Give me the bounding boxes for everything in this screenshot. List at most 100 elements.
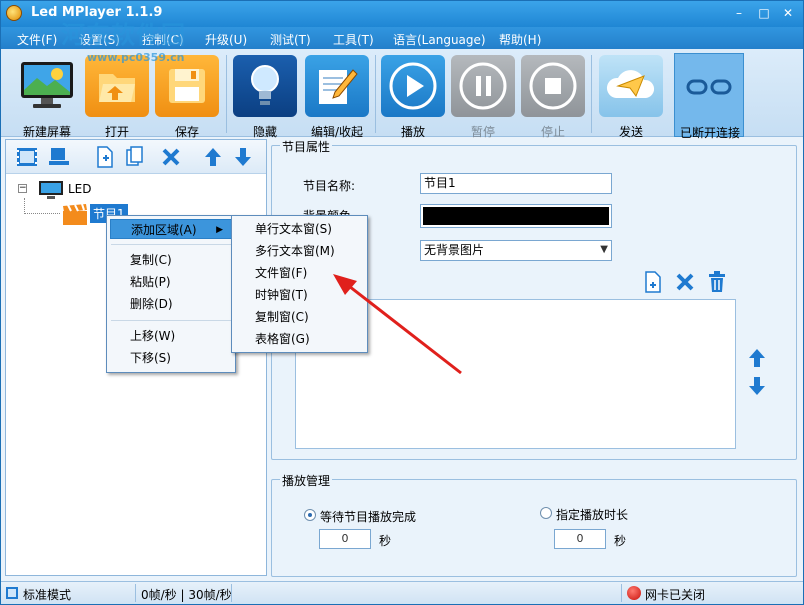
new-screen-button[interactable]: 新建屏幕: [13, 53, 81, 139]
app-logo-icon: [6, 5, 22, 21]
close-button[interactable]: ✕: [780, 6, 796, 20]
menu-help[interactable]: 帮助(H): [499, 31, 541, 48]
send-button[interactable]: 发送: [597, 53, 665, 139]
folder-icon: [85, 55, 149, 117]
move-up-menu-item[interactable]: 上移(W): [110, 326, 175, 346]
connection-status-button[interactable]: 已断开连接: [674, 53, 744, 140]
pause-label: 暂停: [470, 125, 495, 139]
delete-menu-item[interactable]: 删除(D): [110, 294, 173, 314]
play-management-legend: 播放管理: [280, 472, 333, 489]
chevron-down-icon: ▼: [600, 244, 608, 255]
menu-language[interactable]: 语言(Language): [393, 31, 486, 48]
tree-toolbar: [6, 140, 266, 174]
wait-complete-value[interactable]: 0: [319, 529, 371, 549]
hide-button[interactable]: 隐藏: [231, 53, 299, 139]
minimize-button[interactable]: –: [731, 6, 747, 20]
menu-tools[interactable]: 工具(T): [333, 31, 374, 48]
region-icon[interactable]: [48, 146, 70, 168]
program-name-label: 节目名称:: [303, 179, 356, 193]
notepad-pencil-icon: [305, 55, 369, 117]
new-page-icon[interactable]: [94, 146, 116, 168]
play-management-group: 播放管理: [271, 472, 797, 577]
program-name-input[interactable]: 节目1: [420, 173, 612, 194]
mode-status: 标准模式: [23, 588, 72, 602]
menu-file[interactable]: 文件(F): [17, 31, 57, 48]
save-label: 保存: [174, 125, 199, 139]
add-area-menu-item[interactable]: 添加区域(A) ▶: [110, 219, 232, 239]
floppy-icon: [155, 55, 219, 117]
move-down-icon[interactable]: [232, 146, 254, 168]
mode-icon: [6, 587, 18, 599]
menu-separator: [111, 320, 231, 321]
collapse-toggle-icon[interactable]: −: [18, 184, 27, 193]
connection-status-label: 已断开连接: [679, 126, 740, 140]
network-status: 网卡已关闭: [645, 588, 706, 602]
annotation-arrow-icon: [333, 274, 462, 375]
film-icon[interactable]: [16, 146, 38, 168]
toolbar-separator: [226, 55, 227, 133]
new-screen-label: 新建屏幕: [22, 125, 71, 139]
delete-x-icon[interactable]: [160, 146, 182, 168]
bg-color-swatch: [423, 207, 609, 225]
move-up-icon[interactable]: [202, 146, 224, 168]
open-label: 打开: [104, 125, 129, 139]
add-area-icon[interactable]: [643, 271, 663, 293]
edit-collapse-button[interactable]: 编辑/收起: [303, 53, 371, 139]
copy-menu-item[interactable]: 复制(C): [110, 250, 172, 270]
move-down-menu-item[interactable]: 下移(S): [110, 348, 171, 368]
copy-pages-icon[interactable]: [124, 146, 146, 168]
stop-label: 停止: [540, 125, 565, 139]
area-move-up-icon[interactable]: [747, 348, 767, 368]
menu-test[interactable]: 测试(T): [270, 31, 311, 48]
stop-button[interactable]: 停止: [519, 53, 587, 139]
copy-window-item[interactable]: 复制窗(C): [235, 307, 309, 327]
table-window-item[interactable]: 表格窗(G): [235, 329, 310, 349]
submenu-arrow-icon: ▶: [216, 225, 223, 235]
program-properties-legend: 节目属性: [280, 138, 333, 155]
watermark-text: 河东软件园: [61, 21, 186, 49]
paste-menu-item[interactable]: 粘贴(P): [110, 272, 171, 292]
status-bar: 标准模式 0帧/秒 | 30帧/秒 网卡已关闭: [1, 581, 803, 604]
watermark-url: www.pc0359.cn: [87, 51, 185, 64]
clock-window-item[interactable]: 时钟窗(T): [235, 285, 308, 305]
tree-root-label: LED: [68, 182, 92, 196]
link-broken-icon: [677, 56, 741, 118]
maximize-button[interactable]: □: [756, 6, 772, 20]
network-off-icon: [627, 586, 641, 600]
status-separator: [135, 584, 136, 602]
area-move-down-icon[interactable]: [747, 376, 767, 396]
trash-icon[interactable]: [707, 271, 727, 293]
tree-connector: [24, 198, 60, 214]
menu-separator: [111, 244, 231, 245]
multi-line-text-window-item[interactable]: 多行文本窗(M): [235, 241, 335, 261]
play-button[interactable]: 播放: [379, 53, 447, 139]
single-line-text-window-item[interactable]: 单行文本窗(S): [235, 219, 332, 239]
play-label: 播放: [400, 125, 425, 139]
screen-icon: [39, 181, 63, 199]
lightbulb-icon: [233, 55, 297, 117]
fixed-duration-label: 指定播放时长: [556, 508, 629, 522]
menu-upgrade[interactable]: 升级(U): [205, 31, 247, 48]
add-area-menu-label: 添加区域(A): [131, 223, 197, 237]
status-separator: [621, 584, 622, 602]
open-button[interactable]: 打开: [83, 53, 151, 139]
seconds-unit-label: 秒: [614, 534, 627, 548]
monitor-icon: [15, 55, 79, 117]
fixed-duration-value[interactable]: 0: [554, 529, 606, 549]
pause-button[interactable]: 暂停: [449, 53, 517, 139]
tree-context-menu: 添加区域(A) ▶ 复制(C) 粘贴(P) 删除(D) 上移(W) 下移(S): [106, 215, 236, 373]
file-window-item[interactable]: 文件窗(F): [235, 263, 307, 283]
delete-area-icon[interactable]: [675, 272, 695, 292]
fixed-duration-radio[interactable]: [540, 507, 552, 519]
toolbar-separator: [375, 55, 376, 133]
play-icon: [381, 55, 445, 117]
fps-status: 0帧/秒 | 30帧/秒: [141, 588, 232, 602]
tree-node-led[interactable]: − LED: [18, 180, 138, 199]
bg-color-picker[interactable]: [420, 204, 612, 228]
status-separator: [231, 584, 232, 602]
save-button[interactable]: 保存: [153, 53, 221, 139]
cloud-send-icon: [599, 55, 663, 117]
wait-complete-label: 等待节目播放完成: [320, 510, 417, 524]
wait-complete-radio[interactable]: [304, 509, 316, 521]
bg-image-select[interactable]: 无背景图片 ▼: [420, 240, 612, 261]
